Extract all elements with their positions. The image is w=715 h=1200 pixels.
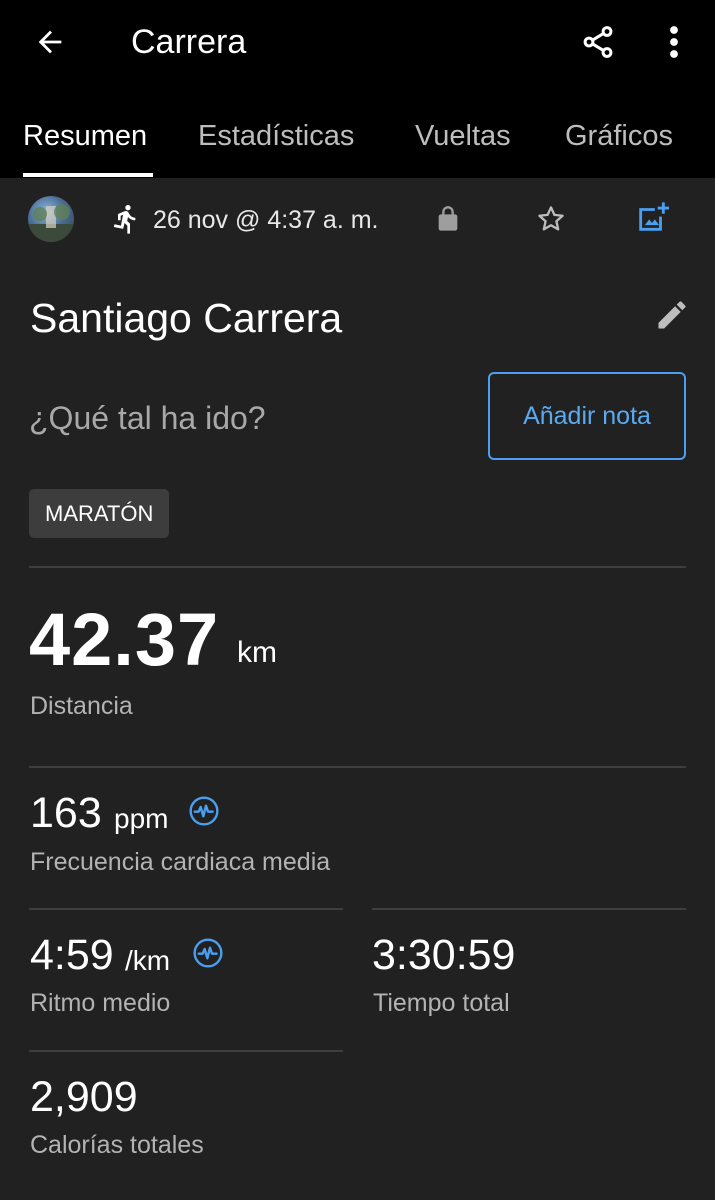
activity-date: 26 nov @ 4:37 a. m. [153,206,379,234]
divider [29,1050,343,1052]
lock-icon[interactable] [434,204,462,234]
calories-label: Calorías totales [30,1131,204,1159]
pace-unit: /km [125,945,171,976]
total-time-label: Tiempo total [373,989,510,1017]
heart-rate-zone-icon[interactable] [188,795,220,827]
divider [29,908,343,910]
divider [29,766,686,768]
heart-rate-label: Frecuencia cardiaca media [30,848,331,876]
avatar-photo [28,204,74,242]
tab-vueltas[interactable]: Vueltas [415,116,511,156]
heart-rate-value: 163 [30,789,102,837]
distance-label: Distancia [30,692,133,720]
distance-unit: km [237,636,277,669]
more-vertical-icon [670,26,678,58]
calories-value: 2,909 [30,1073,138,1121]
share-icon [583,26,613,58]
running-icon [113,204,136,234]
distance-value: 42.37 [29,598,220,681]
add-photo-icon[interactable] [635,201,669,235]
star-icon[interactable] [534,202,568,236]
heart-rate-unit: ppm [114,803,169,834]
note-prompt: ¿Qué tal ha ido? [29,400,266,436]
more-options-button[interactable] [652,18,696,66]
avatar[interactable] [28,196,74,242]
divider [29,566,686,568]
pace-value: 4:59 [30,931,114,979]
page-title: Carrera [131,23,247,61]
active-tab-indicator [23,173,153,177]
activity-name: Santiago Carrera [30,295,343,341]
back-button[interactable] [26,18,74,66]
tab-resumen[interactable]: Resumen [23,116,147,156]
app-bar: Carrera Resumen Estadísticas Vueltas Grá… [0,0,715,178]
pace-zone-icon[interactable] [192,937,224,969]
add-note-button[interactable]: Añadir nota [488,372,686,460]
arrow-left-icon [38,30,62,54]
tab-estadisticas[interactable]: Estadísticas [198,116,354,156]
divider [372,908,686,910]
pace-label: Ritmo medio [30,989,171,1017]
pencil-icon[interactable] [654,297,690,333]
activity-type-tag[interactable]: MARATÓN [29,489,170,538]
share-button[interactable] [574,18,622,66]
total-time-value: 3:30:59 [372,931,516,979]
tab-graficos[interactable]: Gráficos [565,116,673,156]
